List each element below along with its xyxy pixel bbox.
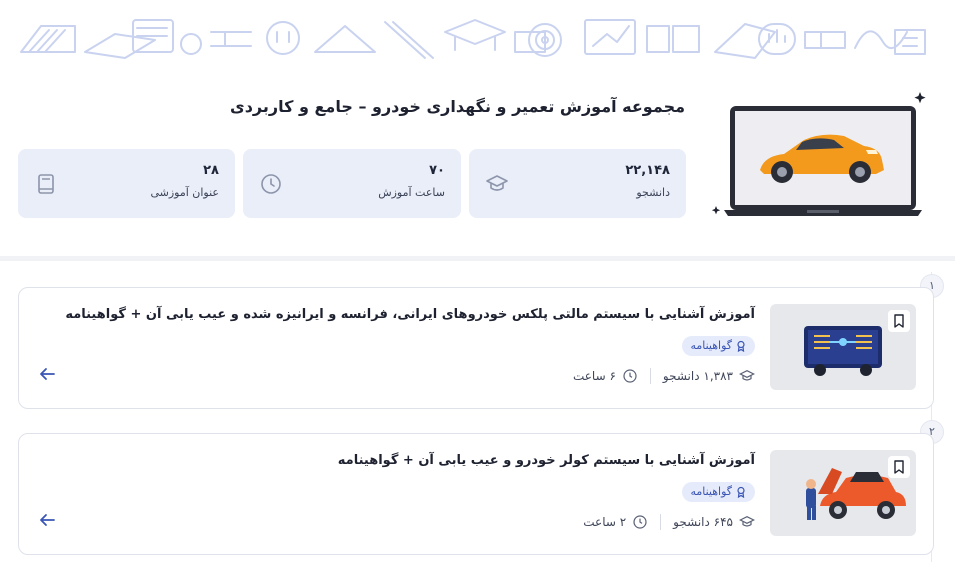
book-icon: [38, 174, 54, 194]
course-card[interactable]: آموزش آشنایی با سیستم مالتی پلکس خودروها…: [18, 287, 934, 409]
clock-icon: [623, 369, 637, 383]
badge-label: گواهینامه: [690, 339, 732, 352]
stat-label: ساعت آموزش: [378, 186, 445, 199]
course-duration: ۶ ساعت: [572, 369, 616, 383]
stat-value: ۲۲,۱۴۸: [625, 163, 670, 178]
meta-separator: [660, 514, 662, 530]
course-thumbnail[interactable]: [770, 304, 916, 390]
course-meta: ۶۴۵ دانشجو ۲ ساعت: [583, 514, 755, 530]
stat-students: ۲۲,۱۴۸ دانشجو: [469, 149, 686, 218]
certificate-badge: گواهینامه: [682, 336, 755, 356]
page-title: مجموعه آموزش تعمیر و نگهداری خودرو – جام…: [230, 97, 685, 116]
certificate-icon: [737, 486, 745, 498]
stat-label: عنوان آموزشی: [150, 186, 219, 199]
meta-separator: [649, 368, 651, 384]
bookmark-button[interactable]: [888, 310, 910, 332]
education-doodles-banner: [20, 19, 926, 59]
laptop-car-illustration: [712, 92, 926, 216]
clock-icon: [633, 515, 647, 529]
course-thumbnail[interactable]: [770, 450, 916, 536]
course-title[interactable]: آموزش آشنایی با سیستم مالتی پلکس خودروها…: [55, 307, 755, 322]
course-title[interactable]: آموزش آشنایی با سیستم کولر خودرو و عیب ی…: [55, 453, 755, 468]
clock-icon: [261, 174, 281, 194]
stat-value: ۲۸: [203, 163, 219, 178]
graduation-cap-icon: [739, 515, 755, 527]
course-students: ۱,۳۸۳ دانشجو: [662, 369, 733, 383]
graduation-cap-icon: [739, 369, 755, 381]
course-students: ۶۴۵ دانشجو: [673, 515, 733, 529]
certificate-icon: [737, 340, 745, 352]
badge-label: گواهینامه: [690, 485, 732, 498]
arrow-left-icon[interactable]: [37, 364, 57, 384]
bookmark-icon: [894, 314, 904, 328]
course-meta: ۱,۳۸۳ دانشجو ۶ ساعت: [573, 368, 755, 384]
bookmark-icon: [894, 460, 904, 474]
stat-label: دانشجو: [636, 186, 670, 199]
bookmark-button[interactable]: [888, 456, 910, 478]
stat-hours: ۷۰ ساعت آموزش: [243, 149, 461, 218]
stat-value: ۷۰: [429, 163, 445, 178]
arrow-left-icon[interactable]: [37, 510, 57, 530]
course-duration: ۲ ساعت: [583, 515, 627, 529]
graduation-cap-icon: [486, 175, 508, 191]
section-divider: [0, 256, 955, 261]
course-card[interactable]: آموزش آشنایی با سیستم کولر خودرو و عیب ی…: [18, 433, 934, 555]
certificate-badge: گواهینامه: [682, 482, 755, 502]
stat-titles: ۲۸ عنوان آموزشی: [18, 149, 235, 218]
